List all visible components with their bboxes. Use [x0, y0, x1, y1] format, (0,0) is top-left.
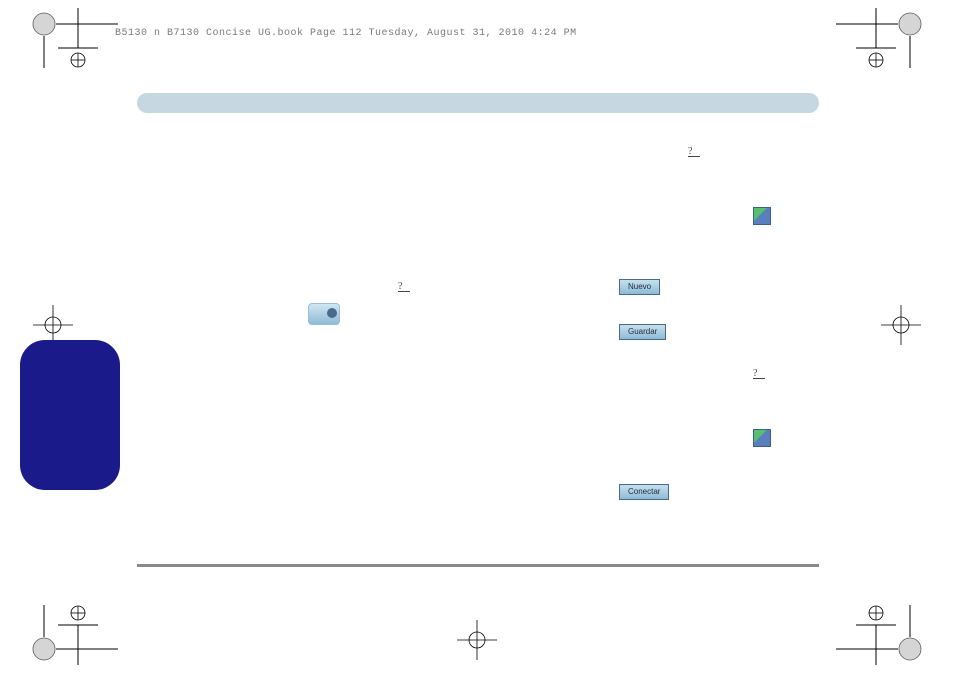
page-header-path: B5130 n B7130 Concise UG.book Page 112 T…: [115, 28, 577, 39]
footnote-mark-icon: ?: [688, 148, 700, 157]
side-tab: [20, 340, 120, 490]
nuevo-button[interactable]: Nuevo: [619, 279, 660, 295]
network-profile-icon: [753, 429, 771, 447]
modem-icon: [308, 303, 340, 325]
crop-mark-bc: [452, 615, 502, 665]
crop-mark-br: [836, 605, 926, 665]
crop-mark-tl: [28, 8, 118, 68]
network-profile-icon: [753, 207, 771, 225]
footnote-mark-icon: ?: [398, 283, 410, 292]
horizontal-rule: [137, 564, 819, 567]
crop-mark-tr: [836, 8, 926, 68]
crop-mark-bl: [28, 605, 118, 665]
footnote-mark-icon: ?: [753, 370, 765, 379]
guardar-button[interactable]: Guardar: [619, 324, 666, 340]
section-heading-bar: [137, 93, 819, 113]
conectar-button[interactable]: Conectar: [619, 484, 669, 500]
crop-mark-mr: [876, 300, 926, 350]
